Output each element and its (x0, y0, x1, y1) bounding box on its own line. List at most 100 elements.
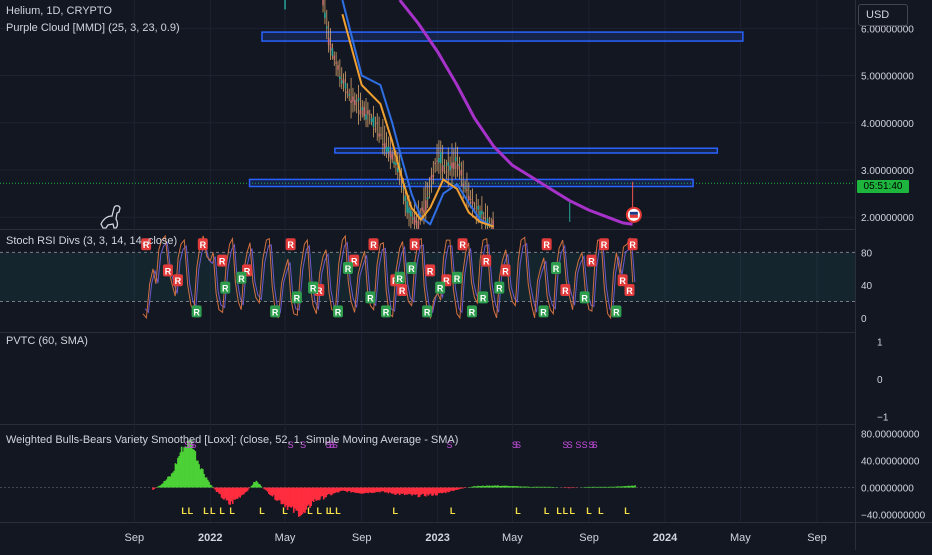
price-candle-body (413, 216, 416, 226)
stoch-sell-label-text: R (287, 240, 294, 250)
stoch-buy-label-text: R (310, 284, 317, 294)
zone-box (248, 178, 694, 188)
stoch-buy-label: R (494, 281, 505, 294)
stoch-buy-label-text: R (613, 307, 620, 317)
buy-signal-marker: L (282, 506, 288, 516)
price-candle-body (374, 128, 377, 130)
chart-canvas[interactable]: RRRRRRRRRRRRRRRRRRRRRRRRRRRRRRRRRRRRRRRR… (0, 0, 932, 550)
symbol-title[interactable]: Helium, 1D, CRYPTO (6, 5, 112, 17)
stoch-sell-label-text: R (588, 257, 595, 267)
stoch-sell-label-text: R (175, 276, 182, 286)
price-candle-body (348, 93, 351, 96)
bulls-bears-pane: SSS S S SSS S SS SS S S SSL L L L L L L L L L LL L L L L L L L L L L L (0, 440, 855, 517)
stoch-buy-label: R (236, 271, 247, 284)
buy-signal-marker: L (563, 506, 569, 516)
x-tick-label: May (502, 532, 523, 544)
price-candle-body (411, 218, 414, 220)
buy-signal-marker: L (569, 506, 575, 516)
stoch-buy-label-text: R (469, 307, 476, 317)
price-candle-body (458, 163, 461, 166)
stoch-sell-label-text: R (626, 286, 633, 296)
price-candle-body (402, 188, 405, 190)
stoch-sell-label-text: R (543, 240, 550, 250)
price-candle-body (443, 165, 446, 167)
sell-signal-marker: S (592, 440, 598, 450)
stoch-buy-label-text: R (238, 274, 245, 284)
buy-signal-marker: L (335, 506, 341, 516)
flag-marker-icon (629, 214, 638, 218)
buy-signal-marker: L (219, 506, 225, 516)
price-candle-body (387, 146, 390, 152)
indicator-title[interactable]: Purple Cloud [MMD] (25, 3, 23, 0.9) (6, 22, 180, 34)
stoch-sell-label: R (368, 238, 379, 251)
price-candle-body (361, 107, 364, 111)
chart-root[interactable]: RRRRRRRRRRRRRRRRRRRRRRRRRRRRRRRRRRRRRRRR… (0, 0, 932, 550)
stoch-buy-label: R (308, 281, 319, 294)
buy-signal-marker: L (307, 506, 313, 516)
x-tick-label: Sep (807, 532, 827, 544)
buy-signal-marker: L (203, 506, 209, 516)
price-candle-body (359, 110, 362, 115)
buy-signal-marker: L (188, 506, 194, 516)
stoch-buy-label-text: R (396, 274, 403, 284)
price-candle-body (404, 195, 407, 202)
price-candle-body (382, 143, 384, 145)
buy-signal-marker: L (210, 506, 216, 516)
stoch-sell-label-text: R (601, 240, 608, 250)
buy-signal-marker: L (181, 506, 187, 516)
buy-signal-marker: L (586, 506, 592, 516)
price-candle-body (417, 221, 420, 229)
stoch-buy-label: R (611, 305, 622, 318)
stoch-buy-label: R (365, 291, 376, 304)
stoch-buy-label-text: R (294, 293, 301, 303)
stoch-buy-label: R (332, 305, 343, 318)
stoch-sell-label: R (500, 264, 511, 277)
price-pane (0, 0, 855, 229)
x-tick-label: 2023 (425, 532, 449, 544)
stoch-rsi-title[interactable]: Stoch RSI Divs (3, 3, 14, 14, close) (6, 235, 177, 247)
flag-marker-icon (629, 211, 638, 215)
price-candle-body (425, 200, 427, 211)
price-candle-body (471, 201, 474, 204)
price-candle-body (329, 43, 332, 51)
price-candle-body (346, 91, 349, 94)
stoch-sell-label: R (285, 238, 296, 251)
stoch-buy-label: R (422, 305, 433, 318)
stoch-buy-label: R (478, 291, 489, 304)
price-candle-body (449, 165, 451, 171)
price-candle-body (383, 143, 386, 149)
price-candle-body (380, 134, 382, 136)
price-candle-body (391, 154, 393, 160)
stoch-sell-label: R (425, 264, 436, 277)
buy-signal-marker: L (598, 506, 604, 516)
bulls-bears-title[interactable]: Weighted Bulls-Bears Variety Smoothed [L… (6, 434, 458, 446)
stoch-sell-label-text: R (562, 286, 569, 296)
buy-signal-marker: L (229, 506, 235, 516)
price-candle-body (408, 207, 410, 214)
stoch-buy-label-text: R (496, 284, 503, 294)
stoch-sell-label: R (197, 238, 208, 251)
x-tick-label: May (275, 532, 296, 544)
stoch-sell-label-text: R (502, 266, 509, 276)
buy-signal-marker: L (556, 506, 562, 516)
stoch-sell-label-text: R (459, 240, 466, 250)
stoch-buy-label-text: R (454, 274, 461, 284)
currency-button[interactable]: USD (858, 4, 908, 26)
stoch-sell-label-text: R (219, 257, 226, 267)
price-axis-label: 2.00000000 (861, 213, 914, 224)
sell-signal-marker: S (567, 440, 573, 450)
pvtc-title[interactable]: PVTC (60, SMA) (6, 335, 88, 347)
price-candle-body (355, 100, 358, 102)
buy-signal-marker: L (329, 506, 335, 516)
stoch-sell-label: R (541, 238, 552, 251)
price-candle-body (367, 110, 369, 115)
price-candle-body (357, 98, 360, 101)
bulls-axis-label: 80.00000000 (861, 429, 920, 440)
price-candle-body (376, 122, 379, 124)
stoch-buy-label-text: R (335, 307, 342, 317)
pvtc-axis-label: −1 (877, 412, 889, 423)
stoch-buy-label: R (380, 305, 391, 318)
price-candle-body (410, 210, 412, 217)
price-candle-body (322, 0, 324, 6)
price-candle-body (451, 162, 453, 169)
